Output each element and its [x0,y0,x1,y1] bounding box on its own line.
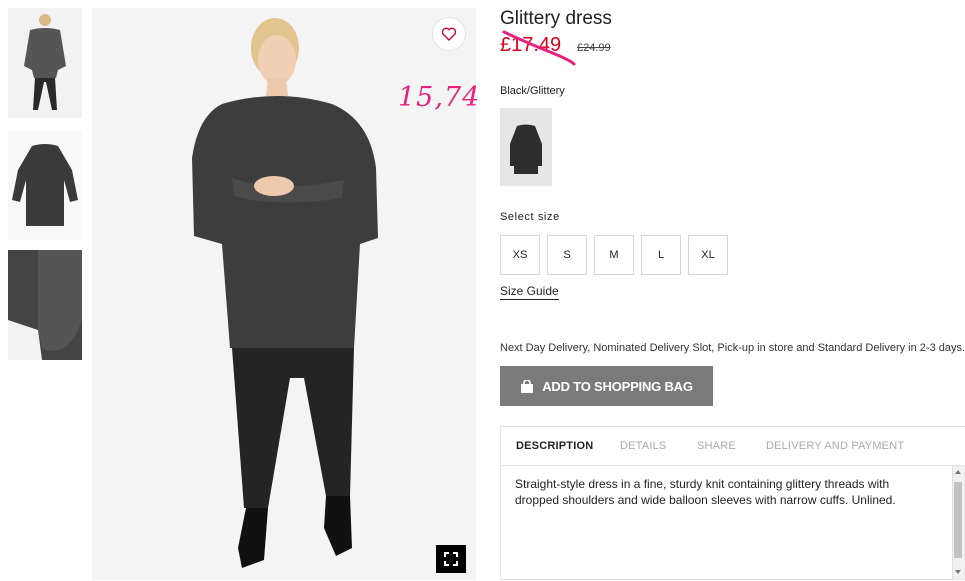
select-size-label: Select size [500,211,560,223]
scroll-up-icon[interactable] [952,466,964,478]
thumbnail-flat-lay[interactable] [8,130,82,240]
color-swatch[interactable] [500,108,552,186]
color-name: Black/Glittery [500,85,565,97]
thumbnail-sleeve-detail[interactable] [8,250,82,360]
delivery-info: Next Day Delivery, Nominated Delivery Sl… [500,342,965,354]
handwritten-price-note: 15,74 [398,82,481,113]
add-to-bag-label: ADD TO SHOPPING BAG [542,378,693,394]
thumbnail-full-look[interactable] [8,8,82,118]
size-guide-link[interactable]: Size Guide [500,284,559,300]
handwritten-strikethrough [502,30,576,66]
expand-icon [444,552,458,566]
size-option-xl[interactable]: XL [688,235,728,275]
shopping-bag-icon [521,379,534,393]
scrollbar-thumb[interactable] [954,482,962,558]
product-title: Glittery dress [500,8,612,29]
size-option-s[interactable]: S [547,235,587,275]
size-option-l[interactable]: L [641,235,681,275]
tab-details[interactable]: DETAILS [620,440,666,452]
tab-description[interactable]: DESCRIPTION [516,440,593,452]
tab-share[interactable]: SHARE [697,440,736,452]
heart-icon [441,27,457,41]
regular-price: £24.99 [577,42,611,54]
favorite-button[interactable] [432,17,466,51]
thumbnail-full-look-image [8,8,82,118]
description-text: Straight-style dress in a fine, sturdy k… [515,477,896,507]
fullscreen-button[interactable] [436,545,466,573]
thumbnail-flat-lay-image [8,130,82,240]
add-to-bag-button[interactable]: ADD TO SHOPPING BAG [500,366,713,406]
size-option-m[interactable]: M [594,235,634,275]
scroll-down-icon[interactable] [952,566,964,578]
thumbnail-sleeve-detail-image [8,250,82,360]
tab-delivery-payment[interactable]: DELIVERY AND PAYMENT [766,440,904,452]
color-swatch-image [510,124,542,174]
size-option-xs[interactable]: XS [500,235,540,275]
